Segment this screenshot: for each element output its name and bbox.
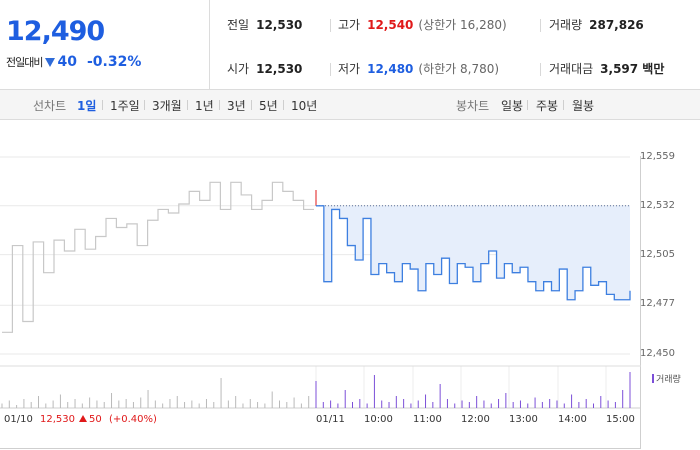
prev-day-close: 12,530 [40,414,76,425]
y-tick-label: 12,505 [640,249,675,260]
y-tick-label: 12,477 [640,298,675,309]
y-tick-label: 12,532 [640,200,675,211]
prev-day-change-rate: (+0.40%) [108,414,157,425]
x-tick-label: 15:00 [606,414,635,425]
prev-day-summary: 01/10 12,530 50 (+0.40%) [4,414,157,425]
y-tick-label: 12,559 [640,151,675,162]
x-tick-label: 12:00 [461,414,490,425]
x-tick-label: 01/11 [316,414,345,425]
x-tick-label: 13:00 [509,414,538,425]
volume-legend: 거래량 [652,372,681,385]
volume-legend-label: 거래량 [656,375,681,385]
prev-day-change: 50 [89,414,102,425]
x-tick-label: 10:00 [364,414,393,425]
x-tick-label: 11:00 [413,414,442,425]
prev-day-date: 01/10 [4,414,33,425]
x-tick-label: 14:00 [558,414,587,425]
y-tick-label: 12,450 [640,348,675,359]
intraday-chart [0,156,641,409]
up-arrow-icon [79,415,88,422]
volume-legend-swatch [652,374,654,383]
prev-day-line [2,181,314,333]
